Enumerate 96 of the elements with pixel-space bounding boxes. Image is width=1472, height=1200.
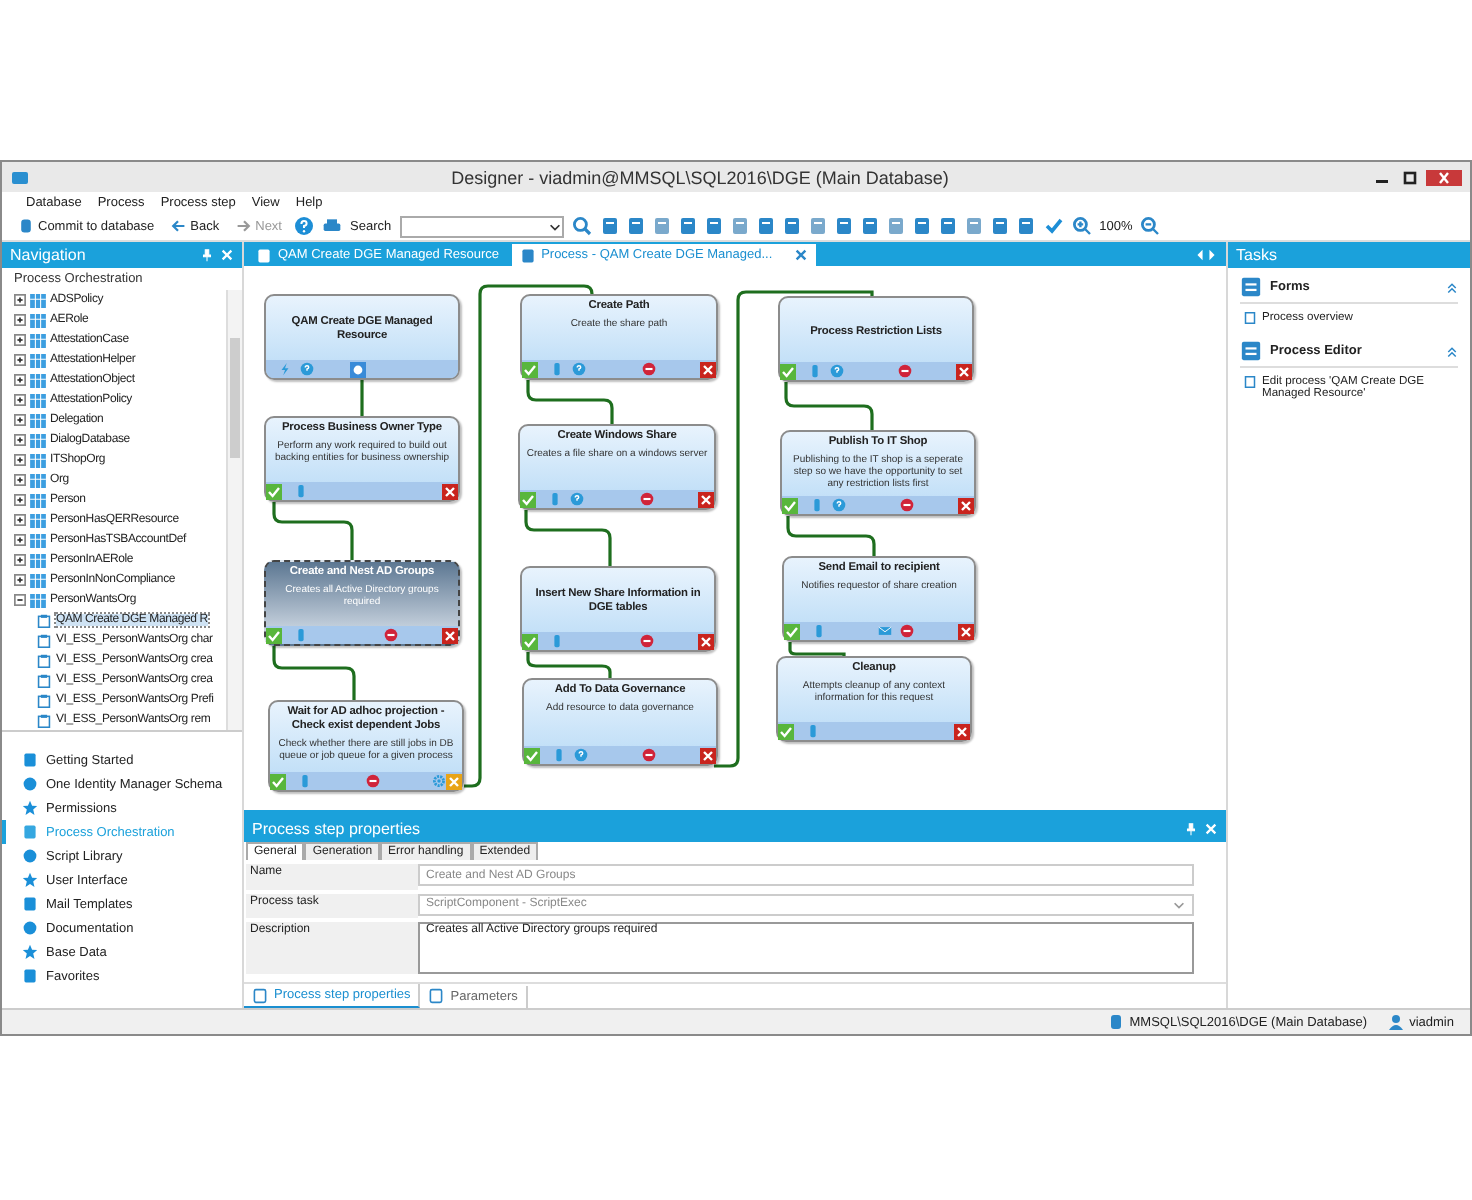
table-icon	[30, 453, 46, 467]
table-icon	[30, 353, 46, 367]
process-icon	[36, 713, 52, 727]
stop-icon[interactable]	[384, 628, 398, 642]
navigation-title: Navigation	[10, 246, 88, 264]
close-icon[interactable]	[1426, 169, 1462, 185]
stop-icon[interactable]	[366, 774, 380, 788]
form-icon	[428, 988, 445, 1004]
maximize-icon[interactable]	[1398, 169, 1422, 185]
help-icon[interactable]	[832, 498, 846, 512]
search-icon[interactable]	[571, 216, 592, 236]
table-icon	[30, 493, 46, 507]
table-icon	[30, 313, 46, 327]
document-icon	[256, 247, 272, 263]
close-icon[interactable]	[794, 248, 809, 262]
form-icon	[1240, 340, 1262, 362]
expander-icon[interactable]	[14, 494, 26, 506]
process-icon	[36, 693, 52, 707]
pin-icon[interactable]	[200, 248, 214, 262]
process-icon	[36, 633, 52, 647]
expander-icon[interactable]	[14, 574, 26, 586]
stop-icon[interactable]	[900, 498, 914, 512]
form-icon	[1240, 276, 1262, 298]
properties-title: Process step properties	[252, 819, 423, 837]
expander-icon[interactable]	[14, 374, 26, 386]
process-icon	[36, 613, 52, 627]
help-icon[interactable]	[574, 748, 588, 762]
expander-icon[interactable]	[14, 534, 26, 546]
process-icon	[36, 673, 52, 687]
expander-icon[interactable]	[14, 554, 26, 566]
arrow-right-icon	[235, 218, 252, 234]
stop-icon[interactable]	[898, 364, 912, 378]
help-icon[interactable]	[300, 362, 314, 376]
collapse-icon[interactable]	[1446, 345, 1458, 357]
table-icon	[30, 513, 46, 527]
stop-icon[interactable]	[640, 492, 654, 506]
expander-icon[interactable]	[14, 394, 26, 406]
table-icon	[30, 333, 46, 347]
start-circle-icon[interactable]	[350, 361, 366, 377]
table-icon	[30, 373, 46, 387]
table-icon	[30, 593, 46, 607]
connector-line	[272, 502, 354, 560]
table-icon	[30, 433, 46, 447]
scrollbar[interactable]	[226, 290, 242, 730]
printer-icon[interactable]	[322, 216, 342, 236]
help-icon[interactable]	[294, 216, 314, 236]
help-icon[interactable]	[572, 362, 586, 376]
connector-line	[360, 380, 364, 416]
process-icon	[36, 653, 52, 667]
stop-icon[interactable]	[900, 624, 914, 638]
form-icon	[252, 987, 268, 1003]
expander-icon[interactable]	[14, 294, 26, 306]
section-icon	[22, 800, 38, 816]
expander-icon[interactable]	[14, 594, 26, 606]
expander-icon[interactable]	[14, 454, 26, 466]
stop-icon[interactable]	[642, 362, 656, 376]
table-icon	[30, 553, 46, 567]
table-icon	[30, 413, 46, 427]
table-icon	[30, 533, 46, 547]
pin-icon[interactable]	[1184, 821, 1198, 835]
expander-icon[interactable]	[14, 474, 26, 486]
stop-icon[interactable]	[640, 634, 654, 648]
help-icon[interactable]	[830, 364, 844, 378]
expander-icon[interactable]	[14, 434, 26, 446]
zoom-in-icon[interactable]	[1071, 216, 1092, 236]
table-icon	[30, 293, 46, 307]
table-icon	[30, 573, 46, 587]
stop-icon[interactable]	[642, 748, 656, 762]
expander-icon[interactable]	[14, 334, 26, 346]
expander-icon[interactable]	[14, 514, 26, 526]
envelope-icon[interactable]	[878, 624, 892, 638]
caret-icon	[1172, 897, 1186, 912]
caret-icon	[547, 219, 562, 233]
section-icon	[22, 872, 38, 888]
tasks-title: Tasks	[1236, 246, 1279, 264]
expander-icon[interactable]	[14, 354, 26, 366]
checkmark-icon[interactable]	[1043, 216, 1064, 236]
section-icon	[22, 968, 38, 984]
window-title: Designer - viadmin@MMSQL\SQL2016\DGE (Main Database)	[449, 167, 951, 187]
zoom-out-icon[interactable]	[1140, 216, 1161, 236]
table-icon	[30, 473, 46, 487]
app-icon	[10, 167, 30, 187]
search-field[interactable]	[399, 215, 564, 237]
section-icon	[22, 944, 38, 960]
help-icon[interactable]	[570, 492, 584, 506]
connector-line	[272, 646, 356, 700]
arrow-left-icon	[170, 218, 187, 234]
document-icon	[1244, 376, 1256, 388]
document-icon	[1244, 312, 1256, 324]
scroll-arrows-icon[interactable]	[1194, 247, 1218, 261]
expander-icon[interactable]	[14, 414, 26, 426]
document-icon	[519, 247, 536, 263]
user-icon	[1387, 1014, 1404, 1030]
table-icon	[30, 393, 46, 407]
collapse-icon[interactable]	[1446, 281, 1458, 293]
expander-icon[interactable]	[14, 314, 26, 326]
